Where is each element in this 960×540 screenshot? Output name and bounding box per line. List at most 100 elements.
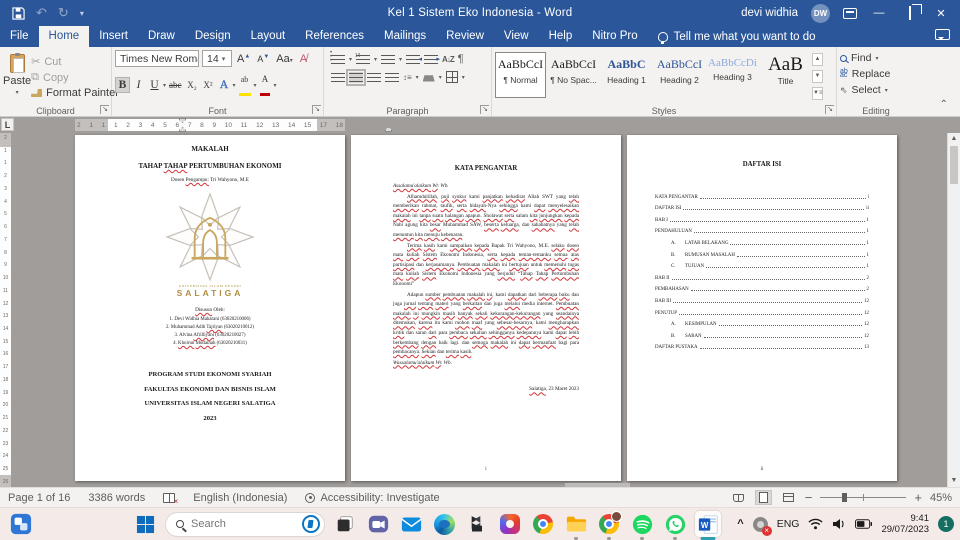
vertical-scrollbar[interactable]: ▲ ▼ — [947, 133, 960, 487]
underline-dropdown-icon[interactable]: ▾ — [163, 82, 166, 89]
tab-mailings[interactable]: Mailings — [374, 26, 436, 47]
notification-badge[interactable]: 1 — [938, 516, 954, 532]
underline-button[interactable]: U — [147, 78, 162, 92]
accessibility-status[interactable]: Accessibility: Investigate — [305, 492, 440, 504]
spotify-icon[interactable] — [629, 511, 655, 537]
sort-icon[interactable]: A↓Z — [442, 55, 455, 64]
web-layout-button[interactable] — [780, 490, 797, 505]
zoom-out-button[interactable]: − — [805, 491, 813, 504]
word-taskbar-icon[interactable]: W — [695, 511, 721, 537]
edge-icon[interactable] — [431, 511, 457, 537]
horizontal-ruler[interactable]: 2 1 1 1 2 3 4 5 6 7 8 9 10 11 12 13 14 15 17 18 — [75, 118, 392, 132]
customize-qat-icon[interactable]: ▾ — [80, 9, 84, 18]
tab-review[interactable]: Review — [436, 26, 494, 47]
tray-chevron-up-icon[interactable]: ^ — [737, 518, 743, 530]
save-icon[interactable] — [12, 6, 25, 20]
font-color-button[interactable]: A — [258, 72, 273, 98]
subscript-button[interactable]: X₂ — [185, 79, 200, 91]
chat-icon[interactable] — [365, 511, 391, 537]
scrollbar-thumb[interactable] — [950, 146, 958, 184]
page-2-kata-pengantar[interactable]: KATA PENGANTAR Assalamu'alaikum Wr. Wb. A… — [351, 135, 621, 481]
select-button[interactable]: ⇖ Select ▾ — [840, 84, 912, 96]
mail-icon[interactable] — [398, 511, 424, 537]
increase-indent-icon[interactable]: ▸ — [424, 53, 440, 65]
cut-button[interactable]: ✂ Cut — [31, 55, 119, 69]
paste-dropdown-icon[interactable]: ▾ — [16, 89, 19, 96]
strikethrough-button[interactable]: abc — [167, 79, 184, 91]
proofing-status[interactable] — [163, 492, 178, 506]
vertical-ruler[interactable]: 2 1 1 2 3 4 5 6 7 8 9 10 11 12 13 14 15 16 17 18 19 20 21 22 23 2… — [0, 133, 11, 487]
tab-design[interactable]: Design — [185, 26, 241, 47]
tell-me-box[interactable]: Tell me what you want to do — [648, 26, 826, 47]
style--normal[interactable]: AaBbCcI ¶ Normal — [495, 52, 546, 98]
zoom-slider-thumb[interactable] — [842, 493, 848, 502]
search-input[interactable] — [191, 518, 295, 530]
shading-icon[interactable] — [422, 75, 435, 82]
zoom-in-button[interactable]: + — [914, 491, 922, 504]
styles-scroll-up-icon[interactable]: ▲ — [812, 53, 823, 66]
italic-button[interactable]: I — [131, 78, 146, 92]
right-indent-marker[interactable] — [385, 127, 392, 132]
keyboard-language[interactable]: ENG — [777, 518, 800, 530]
copy-button[interactable]: ⧉ Copy — [31, 71, 119, 84]
tab-view[interactable]: View — [494, 26, 539, 47]
clipboard-dialog-launcher[interactable]: ↘ — [100, 105, 109, 114]
tab-draw[interactable]: Draw — [138, 26, 185, 47]
find-button[interactable]: Find ▾ — [840, 52, 912, 64]
page-count-status[interactable]: Page 1 of 16 — [8, 492, 70, 504]
styles-gallery-expand-icon[interactable]: ▼≡ — [812, 87, 823, 100]
recorder-error-icon[interactable] — [752, 516, 772, 536]
language-status[interactable]: English (Indonesia) — [193, 492, 287, 504]
avatar[interactable]: DW — [811, 3, 830, 23]
grow-font-button[interactable]: A▲ — [235, 53, 252, 65]
tab-layout[interactable]: Layout — [241, 26, 296, 47]
align-center-icon[interactable] — [346, 68, 366, 86]
format-painter-button[interactable]: Format Painter — [31, 87, 119, 99]
bing-chat-icon[interactable] — [302, 515, 320, 533]
paragraph-dialog-launcher[interactable]: ↘ — [480, 105, 489, 114]
taskbar-clock[interactable]: 9:41 29/07/2023 — [881, 513, 929, 535]
align-right-icon[interactable] — [367, 71, 381, 83]
font-dialog-launcher[interactable]: ↘ — [312, 105, 321, 114]
close-button[interactable]: ✕ — [932, 7, 950, 20]
font-size-combo[interactable]: 14 ▾ — [202, 50, 232, 67]
widgets-icon[interactable] — [8, 511, 34, 537]
borders-icon[interactable] — [445, 71, 458, 83]
clear-formatting-icon[interactable]: A̸ — [298, 53, 309, 65]
tab-home[interactable]: Home — [38, 26, 90, 47]
ribbon-display-options-icon[interactable] — [843, 7, 857, 19]
battery-icon[interactable] — [855, 519, 873, 529]
volume-icon[interactable] — [832, 518, 846, 530]
minimize-button[interactable]: — — [870, 7, 888, 19]
file-explorer-icon[interactable] — [563, 511, 589, 537]
word-count-status[interactable]: 3386 words — [88, 492, 145, 504]
page-3-daftar-isi[interactable]: DAFTAR ISI KATA PENGANTAR i DAFTAR ISI ii BA… — [627, 135, 897, 481]
collapse-ribbon-icon[interactable]: ⌃ — [928, 99, 960, 116]
style-heading-3[interactable]: AaBbCcDi Heading 3 — [707, 52, 758, 98]
style-title[interactable]: AaB Title — [760, 52, 811, 98]
horizontal-scrollbar-thumb[interactable] — [565, 483, 630, 487]
chrome-icon[interactable] — [530, 511, 556, 537]
align-left-icon[interactable] — [331, 71, 345, 83]
page-1-cover[interactable]: MAKALAH TAHAP TAHAP PERTUMBUHAN EKONOMI … — [75, 135, 345, 481]
numbering-icon[interactable] — [355, 53, 371, 65]
read-mode-button[interactable] — [730, 490, 747, 505]
multilevel-list-icon[interactable] — [381, 53, 396, 65]
office-icon[interactable] — [497, 511, 523, 537]
comments-icon[interactable] — [935, 29, 950, 40]
font-name-combo[interactable]: Times New Roma▾ — [115, 50, 199, 67]
text-effects-button[interactable]: A — [217, 78, 232, 92]
shrink-font-button[interactable]: A▼ — [255, 54, 271, 64]
bullets-icon[interactable] — [330, 51, 345, 65]
replace-button[interactable]: ab ac Replace — [840, 68, 912, 80]
change-case-button[interactable]: Aa▾ — [274, 53, 294, 65]
account-user-name[interactable]: devi widhia — [741, 7, 798, 19]
tab-references[interactable]: References — [295, 26, 374, 47]
style-heading-2[interactable]: AaBbCcI Heading 2 — [654, 52, 705, 98]
search-box[interactable] — [165, 511, 325, 537]
undo-icon[interactable]: ↶ — [36, 5, 47, 21]
zoom-level[interactable]: 45% — [930, 492, 952, 504]
styles-scroll-down-icon[interactable]: ▼ — [812, 70, 823, 83]
bold-button[interactable]: B — [115, 77, 130, 93]
styles-dialog-launcher[interactable]: ↘ — [825, 105, 834, 114]
